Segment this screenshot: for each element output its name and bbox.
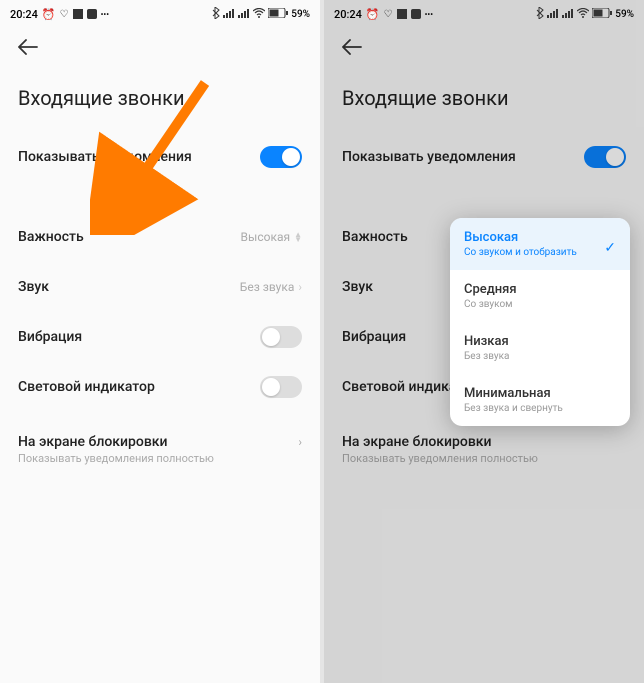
- option-sub: Без звука: [464, 351, 616, 362]
- importance-label: Важность: [342, 229, 408, 245]
- show-notifications-label: Показывать уведомления: [342, 149, 516, 165]
- alarm-icon: ⏰: [366, 8, 380, 21]
- show-notifications-toggle[interactable]: [260, 146, 302, 168]
- vibration-label: Вибрация: [18, 329, 82, 345]
- lock-screen-subtitle: Показывать уведомления полностью: [0, 452, 320, 477]
- page-title: Входящие звонки: [324, 70, 644, 132]
- dropdown-option-low[interactable]: Низкая Без звука: [450, 322, 630, 374]
- battery-percent: 59%: [615, 9, 634, 20]
- sound-value: Без звука: [240, 280, 295, 294]
- show-notifications-label: Показывать уведомления: [18, 149, 192, 165]
- checkmark-icon: ✓: [604, 240, 616, 256]
- lock-screen-label: На экране блокировки: [342, 434, 492, 450]
- chevron-right-icon: ›: [298, 280, 302, 294]
- importance-label: Важность: [18, 229, 84, 245]
- status-time: 20:24: [334, 8, 362, 21]
- signal-icon: [547, 8, 559, 21]
- battery-percent: 59%: [291, 9, 310, 20]
- navbar: [324, 28, 644, 70]
- signal-icon-2: [562, 8, 574, 21]
- dropdown-option-high[interactable]: Высокая Со звуком и отобразить ✓: [450, 218, 630, 270]
- sound-label: Звук: [342, 279, 373, 295]
- chevron-right-icon: ›: [298, 435, 302, 449]
- back-button[interactable]: [18, 39, 38, 59]
- option-title: Средняя: [464, 282, 616, 297]
- updown-icon: ▲▼: [294, 232, 302, 242]
- light-indicator-label: Световой индикатор: [18, 379, 155, 395]
- wifi-icon: [253, 8, 265, 21]
- row-show-notifications[interactable]: Показывать уведомления: [324, 132, 644, 182]
- app-icon-2: [411, 9, 421, 19]
- option-sub: Без звука и свернуть: [464, 403, 616, 414]
- option-title: Высокая: [464, 230, 616, 245]
- show-notifications-toggle[interactable]: [584, 146, 626, 168]
- screen-right: 20:24 ⏰ ♡ ••• 59%: [324, 0, 644, 683]
- app-icon-2: [87, 9, 97, 19]
- battery-icon: [592, 8, 612, 21]
- battery-icon: [268, 8, 288, 21]
- row-sound[interactable]: Звук Без звука ›: [0, 262, 320, 312]
- importance-value: Высокая: [241, 230, 291, 244]
- option-title: Низкая: [464, 334, 616, 349]
- option-sub: Со звуком и отобразить: [464, 247, 616, 258]
- dropdown-option-minimal[interactable]: Минимальная Без звука и свернуть: [450, 374, 630, 426]
- more-icon: •••: [425, 10, 433, 19]
- vibration-label: Вибрация: [342, 329, 406, 345]
- light-indicator-toggle[interactable]: [260, 376, 302, 398]
- heart-icon: ♡: [60, 9, 69, 20]
- sound-label: Звук: [18, 279, 49, 295]
- more-icon: •••: [101, 10, 109, 19]
- signal-icon-2: [238, 8, 250, 21]
- back-button[interactable]: [342, 39, 362, 59]
- page-title: Входящие звонки: [0, 70, 320, 132]
- dropdown-option-medium[interactable]: Средняя Со звуком: [450, 270, 630, 322]
- wifi-icon: [577, 8, 589, 21]
- heart-icon: ♡: [384, 9, 393, 20]
- status-time: 20:24: [10, 8, 38, 21]
- option-sub: Со звуком: [464, 299, 616, 310]
- option-title: Минимальная: [464, 386, 616, 401]
- status-bar: 20:24 ⏰ ♡ ••• 59%: [324, 0, 644, 28]
- app-icon-1: [73, 9, 83, 19]
- signal-icon: [223, 8, 235, 21]
- importance-dropdown: Высокая Со звуком и отобразить ✓ Средняя…: [450, 218, 630, 426]
- row-light-indicator[interactable]: Световой индикатор: [0, 362, 320, 412]
- navbar: [0, 28, 320, 70]
- app-icon-1: [397, 9, 407, 19]
- lock-screen-label: На экране блокировки: [18, 434, 168, 450]
- bluetooth-icon: [536, 7, 544, 22]
- status-bar: 20:24 ⏰ ♡ ••• 59%: [0, 0, 320, 28]
- lock-screen-subtitle: Показывать уведомления полностью: [324, 452, 644, 477]
- screen-left: 20:24 ⏰ ♡ ••• 59%: [0, 0, 320, 683]
- row-show-notifications[interactable]: Показывать уведомления: [0, 132, 320, 182]
- row-importance[interactable]: Важность Высокая ▲▼: [0, 212, 320, 262]
- alarm-icon: ⏰: [42, 8, 56, 21]
- bluetooth-icon: [212, 7, 220, 22]
- vibration-toggle[interactable]: [260, 326, 302, 348]
- row-vibration[interactable]: Вибрация: [0, 312, 320, 362]
